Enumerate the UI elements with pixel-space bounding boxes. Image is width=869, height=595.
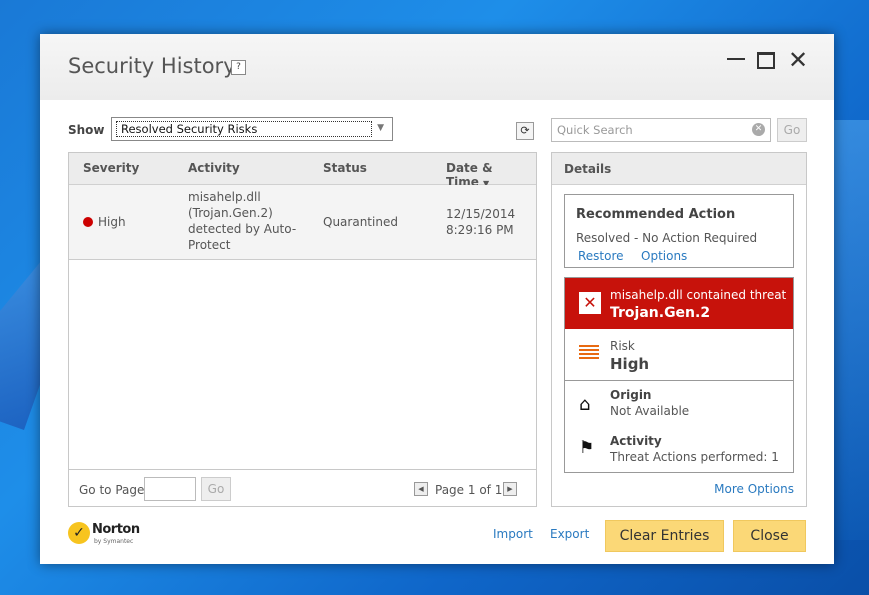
recommended-action-text: Resolved - No Action Required bbox=[576, 231, 758, 245]
help-button[interactable]: ? bbox=[231, 60, 246, 75]
table-row[interactable]: High misahelp.dll (Trojan.Gen.2) detecte… bbox=[69, 185, 536, 260]
recommended-action-title: Recommended Action bbox=[576, 207, 736, 222]
severity-value: High bbox=[98, 215, 126, 229]
details-header: Details bbox=[552, 153, 806, 185]
status-cell: Quarantined bbox=[323, 215, 398, 229]
column-header-severity[interactable]: Severity bbox=[83, 161, 139, 175]
time-value: 8:29:16 PM bbox=[446, 223, 514, 237]
more-options-link[interactable]: More Options bbox=[714, 482, 794, 496]
details-title: Details bbox=[564, 162, 612, 176]
threat-x-icon: ✕ bbox=[579, 292, 601, 314]
previous-page-icon[interactable]: ◀ bbox=[414, 482, 428, 496]
recommended-action-box: Recommended Action Resolved - No Action … bbox=[564, 194, 794, 268]
close-button[interactable]: Close bbox=[733, 520, 806, 552]
search-placeholder: Quick Search bbox=[557, 123, 633, 137]
clear-entries-button[interactable]: Clear Entries bbox=[605, 520, 724, 552]
risk-label: Risk bbox=[610, 339, 635, 353]
row-divider bbox=[174, 259, 307, 262]
threat-name: Trojan.Gen.2 bbox=[610, 305, 711, 321]
page-indicator: Page 1 of 1 bbox=[435, 483, 503, 497]
table-header: Severity Activity Status Date & Time ▼ bbox=[69, 153, 536, 189]
risk-level-icon bbox=[579, 345, 599, 361]
severity-cell: High bbox=[83, 214, 126, 230]
norton-brand-sub: by Symantec bbox=[94, 538, 134, 545]
show-filter-value: Resolved Security Risks bbox=[116, 121, 372, 137]
severity-dot-icon bbox=[83, 216, 93, 227]
details-panel: Details Recommended Action Resolved - No… bbox=[551, 152, 807, 507]
row-divider bbox=[309, 259, 430, 262]
window-title: Security History bbox=[68, 54, 236, 78]
column-header-activity[interactable]: Activity bbox=[188, 161, 240, 175]
row-divider bbox=[432, 259, 536, 262]
show-label: Show bbox=[68, 123, 105, 137]
goto-page-label: Go to Page: bbox=[79, 483, 149, 497]
import-link[interactable]: Import bbox=[493, 527, 533, 541]
minimize-icon[interactable] bbox=[724, 48, 748, 72]
norton-check-icon: ✓ bbox=[68, 522, 90, 544]
options-link[interactable]: Options bbox=[641, 249, 687, 263]
refresh-icon[interactable]: ⟳ bbox=[516, 122, 534, 140]
close-icon[interactable]: ✕ bbox=[786, 48, 810, 72]
history-table: Severity Activity Status Date & Time ▼ Hi… bbox=[68, 152, 537, 507]
security-history-window: Security History ? ✕ Show Resolved Secur… bbox=[40, 34, 834, 564]
origin-value: Not Available bbox=[610, 404, 690, 418]
quick-search-input[interactable]: Quick Search ✕ bbox=[551, 118, 771, 142]
risk-section: Risk High bbox=[565, 330, 793, 381]
column-header-status[interactable]: Status bbox=[323, 161, 367, 175]
origin-label: Origin bbox=[610, 388, 652, 402]
threat-description: misahelp.dll contained threat bbox=[610, 288, 787, 302]
table-footer: Go to Page: Go ◀ Page 1 of 1 ▶ bbox=[69, 469, 536, 507]
chevron-down-icon: ▼ bbox=[377, 123, 384, 133]
restore-link[interactable]: Restore bbox=[578, 249, 624, 263]
home-icon: ⌂ bbox=[579, 394, 591, 415]
clear-search-icon[interactable]: ✕ bbox=[752, 123, 765, 136]
threat-info-box: ✕ misahelp.dll contained threat Trojan.G… bbox=[564, 277, 794, 473]
show-filter-select[interactable]: Resolved Security Risks ▼ bbox=[111, 117, 393, 141]
activity-cell: misahelp.dll (Trojan.Gen.2) detected by … bbox=[188, 190, 297, 252]
goto-page-input[interactable] bbox=[144, 477, 196, 501]
maximize-icon[interactable] bbox=[754, 48, 778, 72]
flag-icon: ⚑ bbox=[579, 438, 595, 458]
search-go-button[interactable]: Go bbox=[777, 118, 807, 142]
goto-page-go-button[interactable]: Go bbox=[201, 477, 231, 501]
title-bar: Security History ? ✕ bbox=[40, 34, 834, 100]
activity-value: Threat Actions performed: 1 bbox=[610, 450, 779, 464]
date-value: 12/15/2014 bbox=[446, 207, 516, 221]
next-page-icon[interactable]: ▶ bbox=[503, 482, 517, 496]
export-link[interactable]: Export bbox=[550, 527, 589, 541]
date-time-cell: 12/15/2014 8:29:16 PM bbox=[446, 206, 526, 238]
activity-label: Activity bbox=[610, 434, 662, 448]
norton-brand: Norton bbox=[92, 522, 140, 537]
threat-banner: ✕ misahelp.dll contained threat Trojan.G… bbox=[565, 278, 793, 329]
risk-value: High bbox=[610, 355, 650, 373]
